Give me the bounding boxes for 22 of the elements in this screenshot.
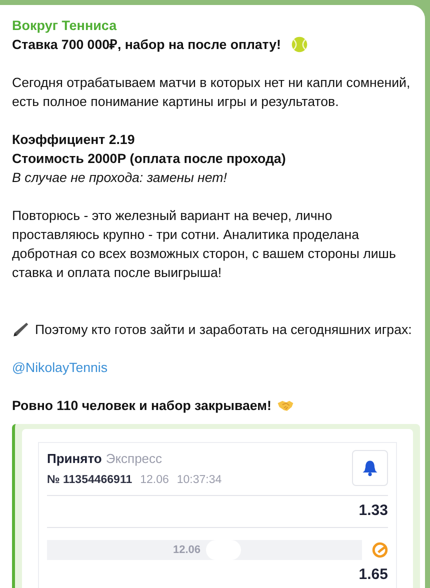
bet-type: Экспресс [106,451,162,466]
message-text: Стоимость 2000Р (оплата после прохода) [12,150,286,168]
sender-name[interactable]: Вокруг Тенниса [12,16,117,35]
message-headline: Ставка 700 000₽, набор на после оплату! [12,36,281,54]
bell-icon [361,459,379,477]
odds-value: 1.33 [358,501,388,521]
notification-button[interactable] [352,450,388,486]
message-text: В случае не прохода: замены нет! [12,169,227,187]
message-text: Сегодня отрабатываем матчи в которых нет ни капли сомнений, есть полное понимание картины игры и результатов. [12,74,410,111]
bet-number: № 11354466911 [47,474,132,486]
status-label: Принято [47,451,102,466]
bet-date: 12.06 [140,474,169,486]
message-text: Поэтому кто готов зайти и заработать на сегодняшних играх: [35,321,412,339]
bet-time: 10:37:34 [176,474,222,486]
image-attachment[interactable]: Принято Экспресс № 11354466911 12.06 10:37:34 1.33 12.06 1.65 [12,424,420,588]
event-date: 12.06 [173,544,201,556]
message-text: Повторюсь - это железный вариант на вечер, лично проставляюсь крупно - три сотни. Аналитика проделана добротная со всех возможных сторон, с вашем стороны лишь ставка и оплата после выигрыша! [12,207,396,282]
pencil-icon [12,321,29,338]
odds-value: 1.65 [358,565,388,585]
username-link[interactable]: @NikolayTennis [12,358,108,377]
message-text: Ровно 110 человек и набор закрываем! [12,397,272,415]
message-text: Коэффициент 2.19 [12,131,135,149]
